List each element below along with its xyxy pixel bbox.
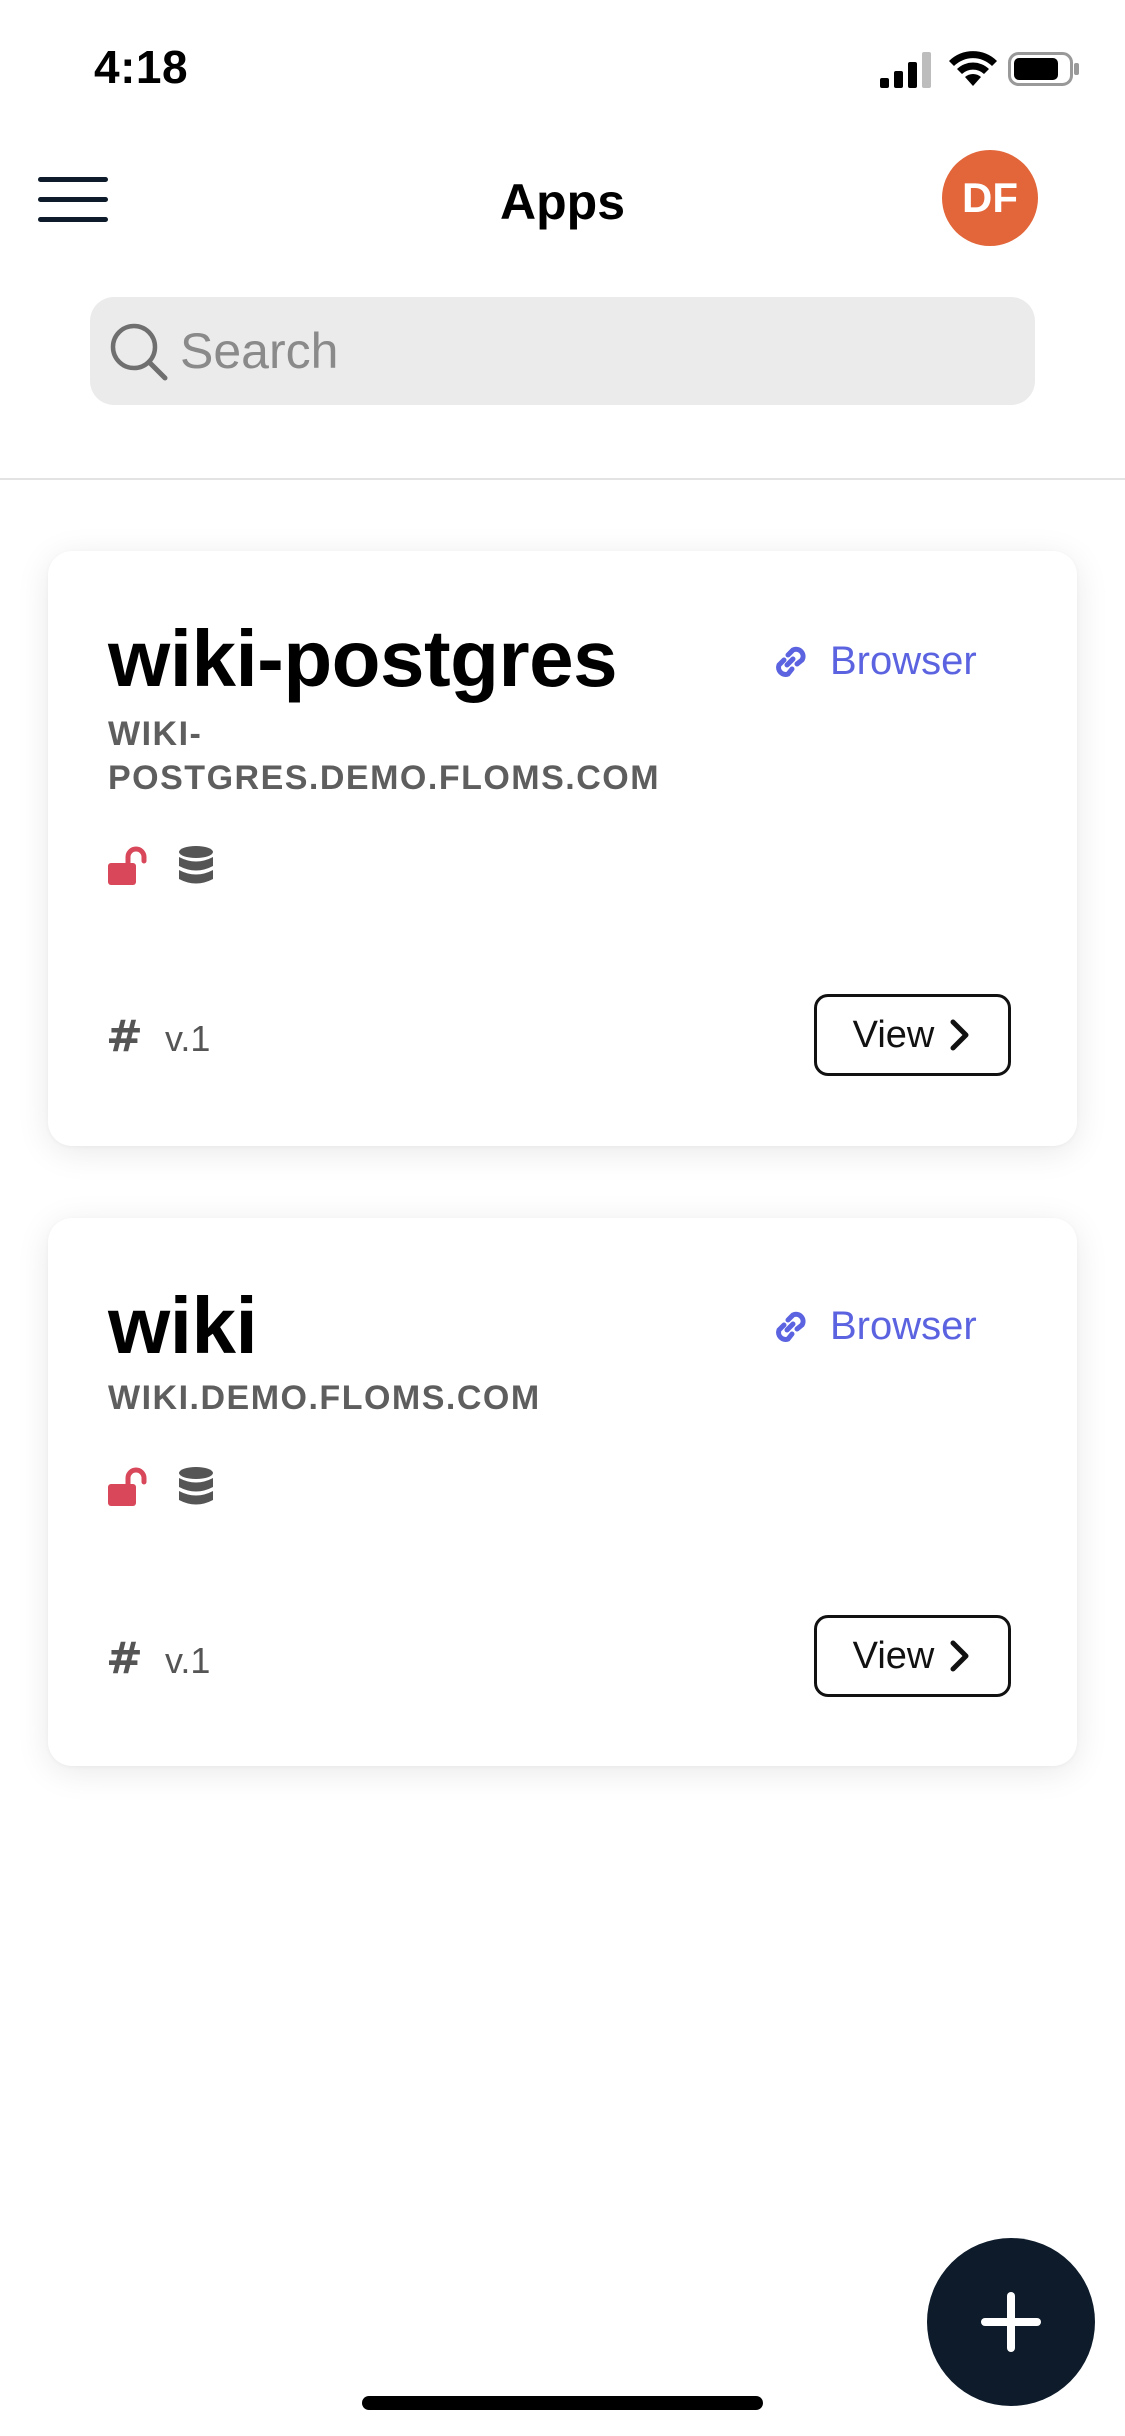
status-icons — [108, 845, 214, 887]
link-icon — [776, 1311, 806, 1342]
link-icon — [776, 646, 806, 677]
app-version: v.1 — [165, 1640, 211, 1681]
view-button[interactable]: View — [814, 1615, 1011, 1697]
view-button-label: View — [852, 1634, 935, 1677]
status-icons — [108, 1466, 214, 1508]
chevron-right-icon — [950, 1640, 969, 1672]
app-name: wiki-postgres — [108, 614, 618, 703]
app-host: WIKI-POSTGRES.DEMO.FLOMS.COM — [108, 715, 661, 797]
hash-icon: # — [106, 1633, 143, 1684]
chevron-right-icon — [950, 1019, 969, 1051]
app-card: wiki Browser WIKI.DEMO.FLOMS.COM # v.1 V… — [48, 1218, 1077, 1766]
view-button[interactable]: View — [814, 994, 1011, 1076]
search-input[interactable] — [180, 297, 1010, 405]
cellular-signal-icon — [880, 52, 931, 88]
add-app-button[interactable] — [927, 2238, 1095, 2406]
battery-icon — [1008, 52, 1079, 86]
browser-link-label: Browser — [830, 1304, 977, 1348]
app-name: wiki — [108, 1281, 258, 1370]
app-header: Apps DF — [0, 135, 1125, 260]
app-host: WIKI.DEMO.FLOMS.COM — [108, 1379, 541, 1417]
divider — [0, 478, 1125, 480]
unlocked-padlock-icon — [108, 1467, 147, 1506]
browser-link-label: Browser — [830, 639, 977, 683]
database-icon — [179, 846, 213, 884]
search-icon — [110, 323, 168, 381]
wifi-icon — [949, 51, 997, 86]
unlocked-padlock-icon — [108, 846, 147, 885]
app-card: wiki-postgres Browser WIKI-POSTGRES.DEMO… — [48, 551, 1077, 1146]
status-time: 4:18 — [94, 41, 189, 93]
browser-link[interactable]: Browser — [770, 639, 977, 684]
plus-icon — [981, 2292, 1041, 2352]
app-version: v.1 — [165, 1018, 211, 1059]
browser-link[interactable]: Browser — [770, 1304, 977, 1349]
status-bar: 4:18 — [0, 0, 1125, 135]
database-icon — [179, 1467, 213, 1505]
home-indicator — [362, 2396, 763, 2410]
view-button-label: View — [852, 1013, 935, 1056]
hash-icon: # — [106, 1011, 143, 1062]
avatar[interactable]: DF — [942, 150, 1038, 246]
search-bar[interactable] — [90, 297, 1035, 405]
